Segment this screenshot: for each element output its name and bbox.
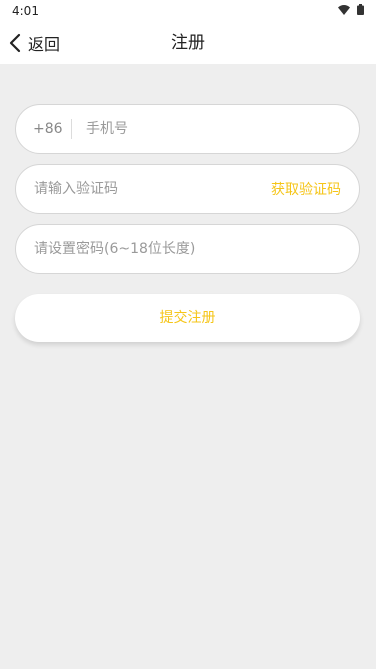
verification-code-input[interactable] xyxy=(34,165,271,213)
status-icons xyxy=(338,4,364,15)
password-field xyxy=(15,224,360,274)
back-button[interactable]: 返回 xyxy=(8,22,60,64)
wifi-icon xyxy=(338,4,350,15)
back-label: 返回 xyxy=(28,35,61,54)
nav-bar: 注册 返回 xyxy=(0,22,376,64)
verification-code-field: 获取验证码 xyxy=(15,164,360,214)
divider xyxy=(71,119,72,139)
country-code[interactable]: +86 xyxy=(33,121,71,137)
status-time: 4:01 xyxy=(12,4,39,18)
get-code-button[interactable]: 获取验证码 xyxy=(271,179,341,199)
status-bar: 4:01 xyxy=(0,0,376,22)
submit-register-button[interactable]: 提交注册 xyxy=(15,294,360,342)
password-input[interactable] xyxy=(34,225,359,273)
chevron-left-icon xyxy=(9,33,21,53)
phone-input[interactable] xyxy=(86,105,359,153)
phone-field: +86 xyxy=(15,104,360,154)
battery-icon xyxy=(357,4,364,15)
